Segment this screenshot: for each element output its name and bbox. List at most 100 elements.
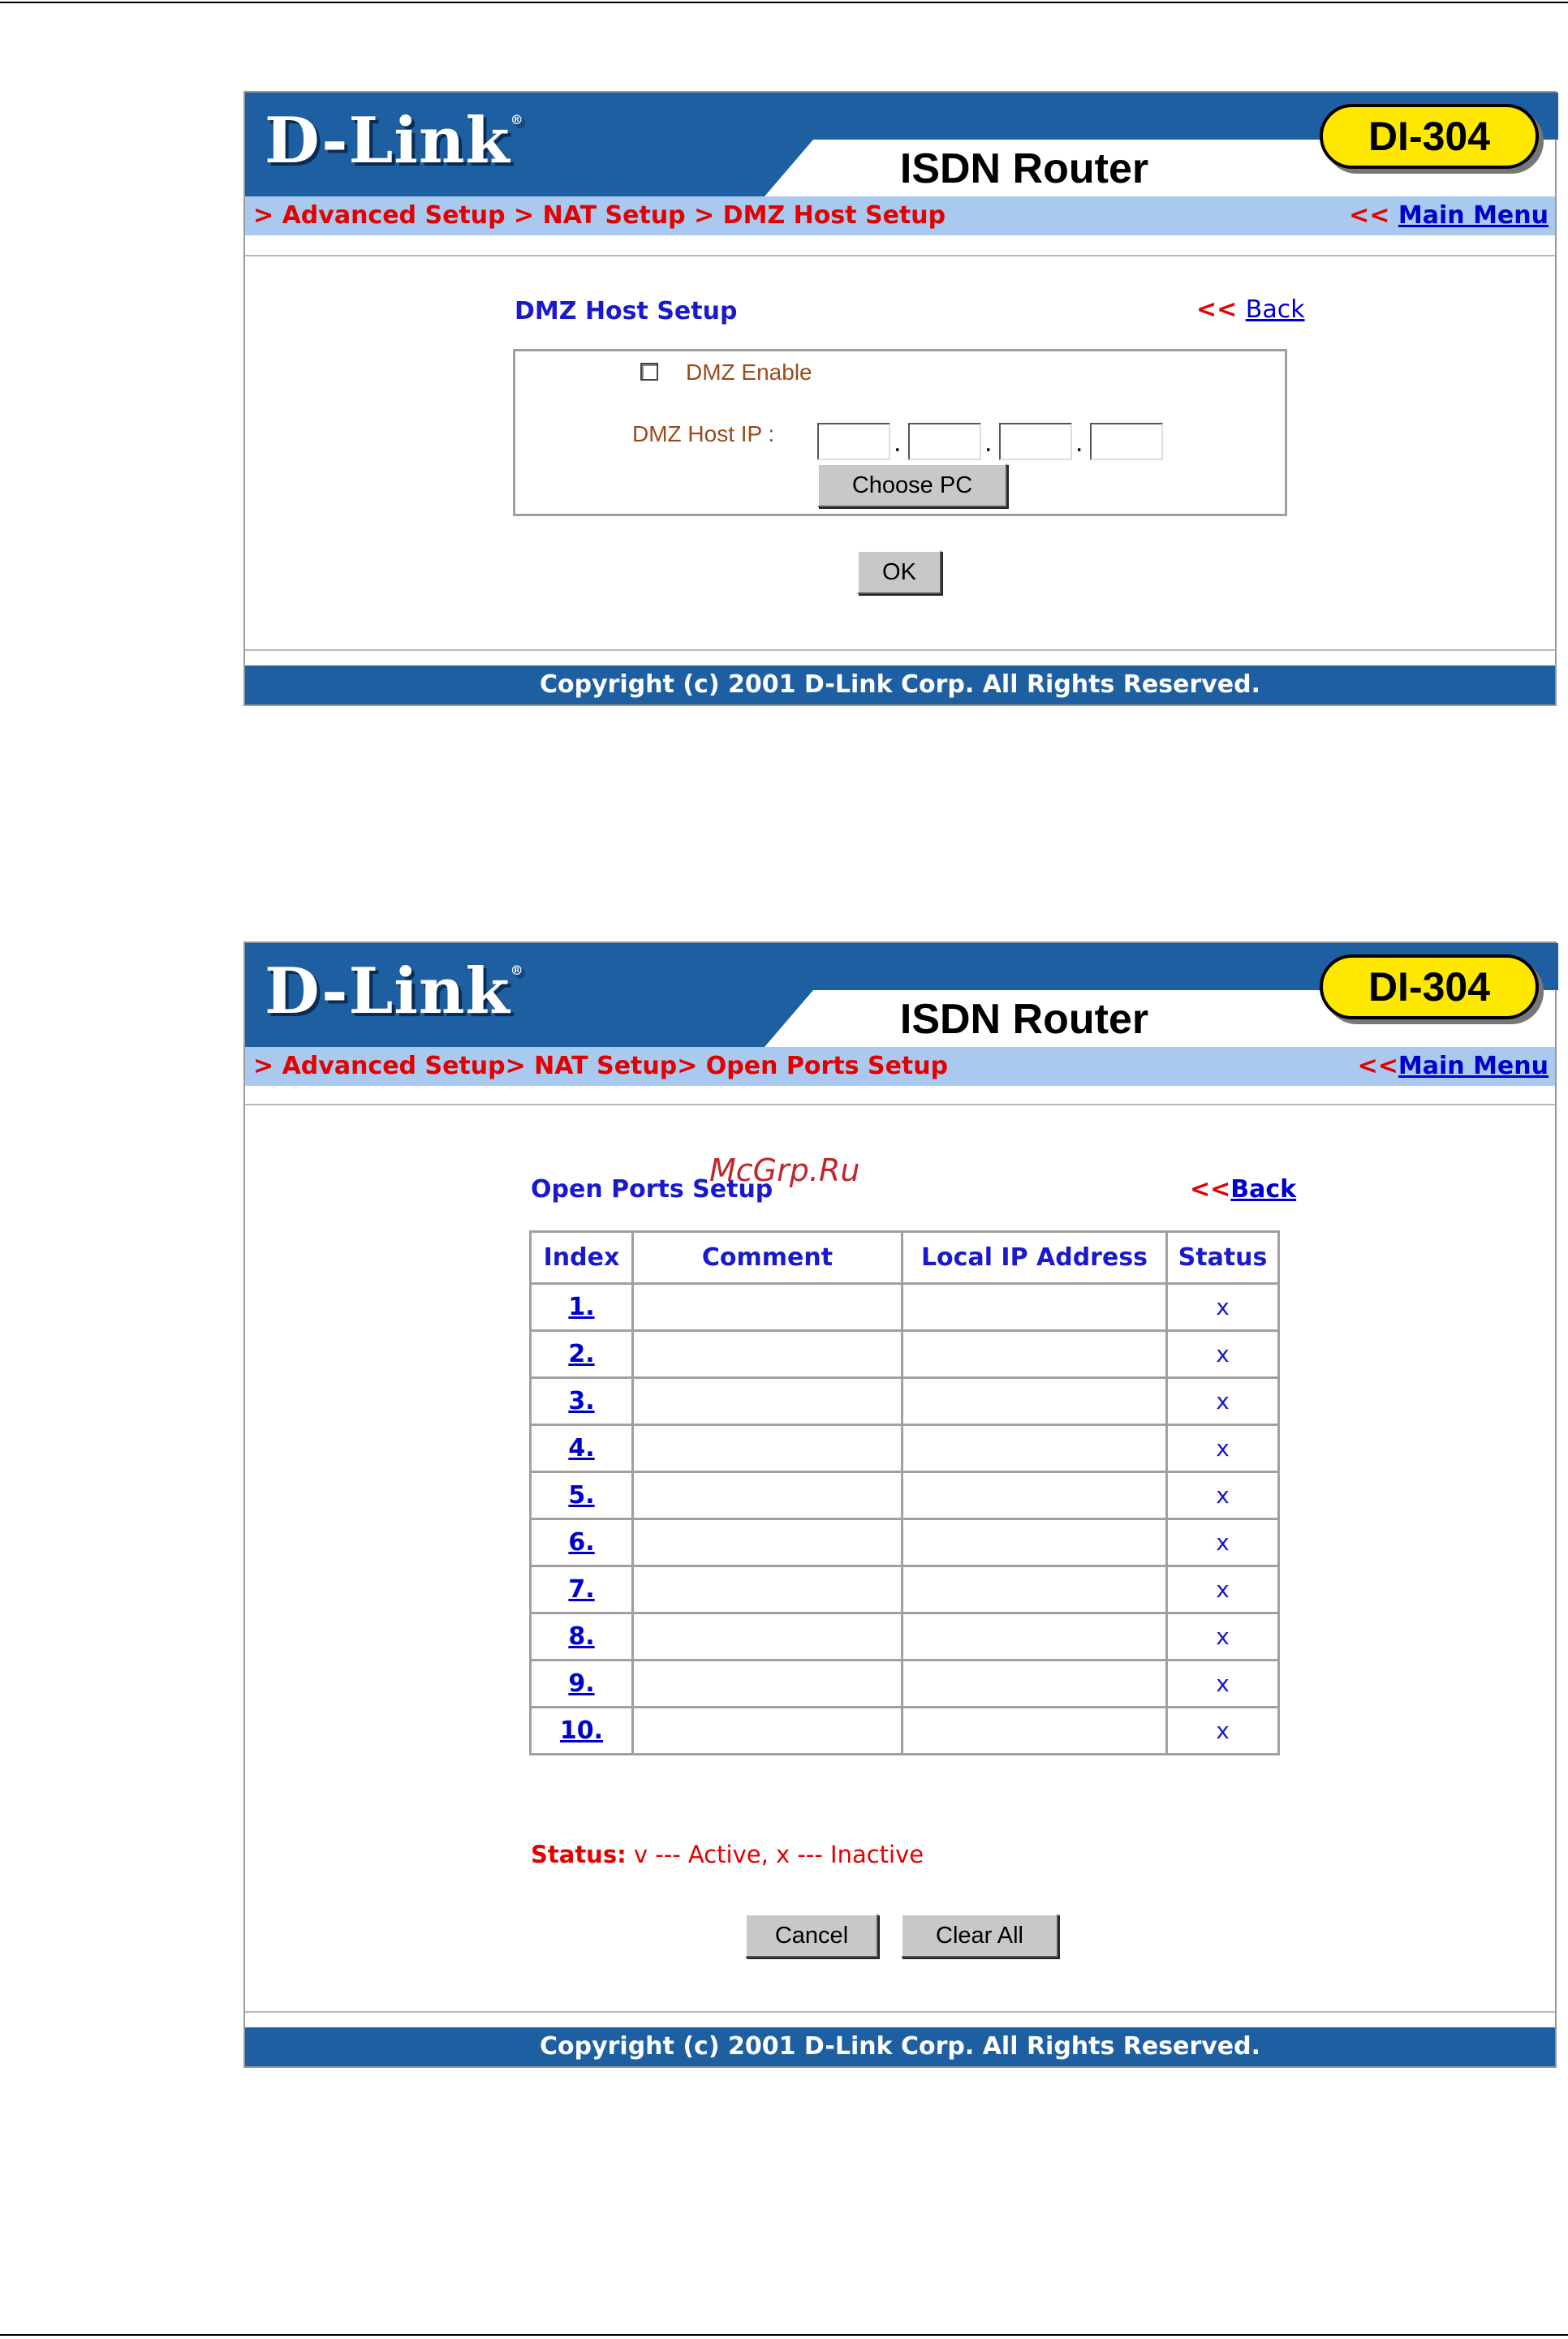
back-link-group: << Back <box>1196 295 1305 324</box>
index-link[interactable]: 10. <box>560 1717 603 1745</box>
model-badge: DI-304 <box>1320 104 1539 169</box>
status-value: x <box>1216 1388 1230 1415</box>
main-menu-link[interactable]: Main Menu <box>1398 201 1549 230</box>
table-row: 1. x <box>529 1282 1280 1332</box>
product-title: ISDN Router <box>899 996 1149 1043</box>
dlink-logo: D-Link® <box>265 954 524 1028</box>
ip-octet-4-input[interactable] <box>1090 423 1163 460</box>
local-ip-cell <box>901 1659 1168 1708</box>
footer-divider <box>245 649 1555 651</box>
local-ip-cell <box>901 1518 1168 1567</box>
comment-cell <box>631 1282 903 1332</box>
local-ip-cell <box>901 1424 1168 1473</box>
table-row: 8. x <box>529 1612 1280 1661</box>
table-header-row: Index Comment Local IP Address Status <box>529 1230 1280 1285</box>
index-link[interactable]: 9. <box>568 1669 594 1698</box>
table-row: 10. x <box>529 1706 1280 1755</box>
status-value: x <box>1216 1576 1230 1603</box>
footer-divider <box>245 2011 1555 2013</box>
comment-cell <box>631 1565 903 1614</box>
local-ip-cell <box>901 1565 1168 1614</box>
table-row: 6. x <box>529 1518 1280 1567</box>
table-row: 3. x <box>529 1376 1280 1426</box>
comment-cell <box>631 1424 903 1473</box>
choose-pc-button[interactable]: Choose PC <box>817 463 1007 507</box>
breadcrumb: > Advanced Setup > NAT Setup > DMZ Host … <box>253 201 946 230</box>
ok-button[interactable]: OK <box>857 550 941 594</box>
clear-all-button[interactable]: Clear All <box>901 1914 1058 1958</box>
column-header-status: Status <box>1165 1230 1280 1285</box>
index-link[interactable]: 5. <box>568 1481 594 1510</box>
open-ports-table: Index Comment Local IP Address Status 1.… <box>529 1230 1280 1755</box>
status-value: x <box>1216 1341 1230 1368</box>
status-value: x <box>1216 1529 1230 1556</box>
header: D-Link® ISDN Router DI-304 <box>245 943 1558 1047</box>
status-value: x <box>1216 1435 1230 1462</box>
dmz-enable-label: DMZ Enable <box>686 360 812 385</box>
main-menu-link[interactable]: Main Menu <box>1398 1052 1549 1080</box>
dmz-settings-box: DMZ Enable DMZ Host IP : . . . Choose PC <box>513 349 1287 516</box>
dmz-host-ip-label: DMZ Host IP : <box>632 421 775 446</box>
table-row: 4. x <box>529 1424 1280 1473</box>
ip-octet-3-input[interactable] <box>999 423 1072 460</box>
comment-cell <box>631 1706 903 1755</box>
local-ip-cell <box>901 1612 1168 1661</box>
index-link[interactable]: 8. <box>568 1622 594 1651</box>
dmz-enable-checkbox[interactable] <box>640 363 658 381</box>
nav-bar: > Advanced Setup > NAT Setup > DMZ Host … <box>245 196 1555 235</box>
dlink-logo: D-Link® <box>265 104 524 178</box>
status-legend: Status: v --- Active, x --- Inactive <box>531 1841 924 1868</box>
column-header-local-ip: Local IP Address <box>901 1230 1168 1285</box>
dmz-host-setup-window: D-Link® ISDN Router DI-304 > Advanced Se… <box>243 91 1558 706</box>
table-row: 9. x <box>529 1659 1280 1708</box>
main-menu-link-group: << Main Menu <box>1349 201 1549 230</box>
ip-octet-2-input[interactable] <box>908 423 981 460</box>
table-row: 5. x <box>529 1471 1280 1520</box>
status-value: x <box>1216 1294 1230 1320</box>
local-ip-cell <box>901 1706 1168 1755</box>
model-badge: DI-304 <box>1320 954 1539 1019</box>
header: D-Link® ISDN Router DI-304 <box>245 93 1558 196</box>
product-title: ISDN Router <box>899 145 1149 192</box>
index-link[interactable]: 1. <box>568 1293 594 1321</box>
table-row: 2. x <box>529 1329 1280 1379</box>
local-ip-cell <box>901 1282 1168 1332</box>
ip-octet-1-input[interactable] <box>817 423 890 460</box>
header-divider <box>245 255 1555 256</box>
ip-dot: . <box>984 429 993 458</box>
back-link-group: <<Back <box>1190 1175 1297 1204</box>
comment-cell <box>631 1659 903 1708</box>
comment-cell <box>631 1612 903 1661</box>
page-bottom-rule <box>0 2334 1568 2336</box>
status-value: x <box>1216 1670 1230 1697</box>
index-link[interactable]: 3. <box>568 1387 594 1415</box>
page-title: DMZ Host Setup <box>515 297 738 325</box>
status-value: x <box>1216 1482 1230 1509</box>
local-ip-cell <box>901 1376 1168 1426</box>
comment-cell <box>631 1518 903 1567</box>
ip-dot: . <box>1075 429 1083 458</box>
status-value: x <box>1216 1623 1230 1650</box>
local-ip-cell <box>901 1329 1168 1379</box>
column-header-comment: Comment <box>631 1230 903 1285</box>
main-menu-link-group: <<Main Menu <box>1357 1052 1549 1080</box>
local-ip-cell <box>901 1471 1168 1520</box>
comment-cell <box>631 1471 903 1520</box>
status-value: x <box>1216 1717 1230 1744</box>
back-link[interactable]: Back <box>1246 295 1305 324</box>
comment-cell <box>631 1376 903 1426</box>
index-link[interactable]: 6. <box>568 1528 594 1557</box>
page-top-rule <box>0 2 1568 3</box>
index-link[interactable]: 4. <box>568 1434 594 1462</box>
cancel-button[interactable]: Cancel <box>745 1914 878 1958</box>
index-link[interactable]: 2. <box>568 1340 594 1368</box>
table-row: 7. x <box>529 1565 1280 1614</box>
index-link[interactable]: 7. <box>568 1575 594 1604</box>
nav-bar: > Advanced Setup> NAT Setup> Open Ports … <box>245 1047 1555 1086</box>
back-link[interactable]: Back <box>1230 1175 1296 1204</box>
header-divider <box>245 1104 1555 1105</box>
copyright-footer: Copyright (c) 2001 D-Link Corp. All Righ… <box>245 666 1555 704</box>
breadcrumb: > Advanced Setup> NAT Setup> Open Ports … <box>253 1052 949 1080</box>
open-ports-setup-window: D-Link® ISDN Router DI-304 > Advanced Se… <box>243 941 1558 2068</box>
watermark: McGrp.Ru <box>709 1152 860 1188</box>
